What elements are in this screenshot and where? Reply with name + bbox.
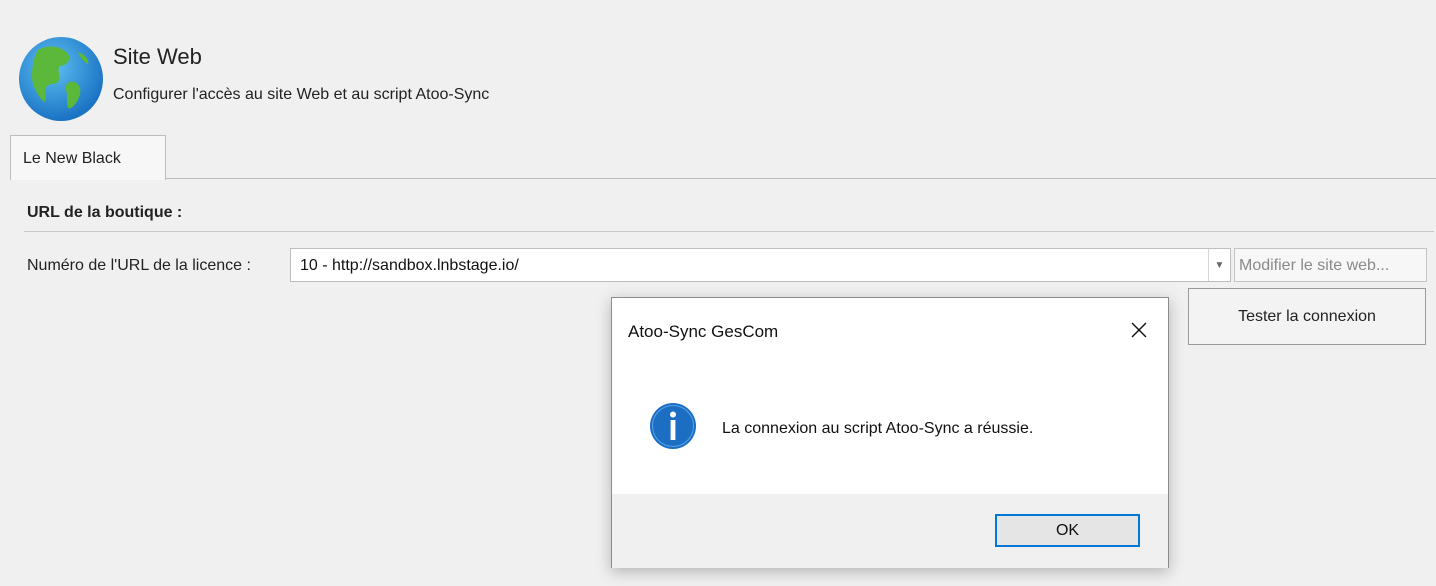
group-title: URL de la boutique : — [27, 204, 183, 221]
edit-website-button[interactable]: Modifier le site web... — [1234, 248, 1427, 282]
dialog-message: La connexion au script Atoo-Sync a réuss… — [722, 420, 1034, 437]
dialog-footer: OK — [612, 494, 1168, 568]
dialog-title: Atoo-Sync GesCom — [628, 322, 779, 341]
globe-icon — [19, 37, 103, 121]
dropdown-arrow-icon[interactable]: ▼ — [1208, 249, 1230, 281]
license-url-label: Numéro de l'URL de la licence : — [27, 257, 251, 274]
ok-button[interactable]: OK — [995, 514, 1140, 547]
page-title: Site Web — [113, 44, 202, 69]
group-divider — [24, 231, 1434, 232]
message-dialog: Atoo-Sync GesCom La connexion au script … — [611, 297, 1169, 568]
page-header: Site Web Configurer l'accès au site Web … — [0, 0, 1436, 130]
info-icon — [650, 403, 696, 449]
close-icon[interactable] — [1125, 316, 1153, 344]
page-subtitle: Configurer l'accès au site Web et au scr… — [113, 86, 490, 103]
license-url-value: 10 - http://sandbox.lnbstage.io/ — [300, 257, 519, 274]
tab-le-new-black[interactable]: Le New Black — [10, 135, 166, 180]
tab-strip: Le New Black — [10, 135, 1436, 180]
test-connection-button[interactable]: Tester la connexion — [1188, 288, 1426, 345]
license-url-combobox[interactable]: 10 - http://sandbox.lnbstage.io/ ▼ — [290, 248, 1231, 282]
